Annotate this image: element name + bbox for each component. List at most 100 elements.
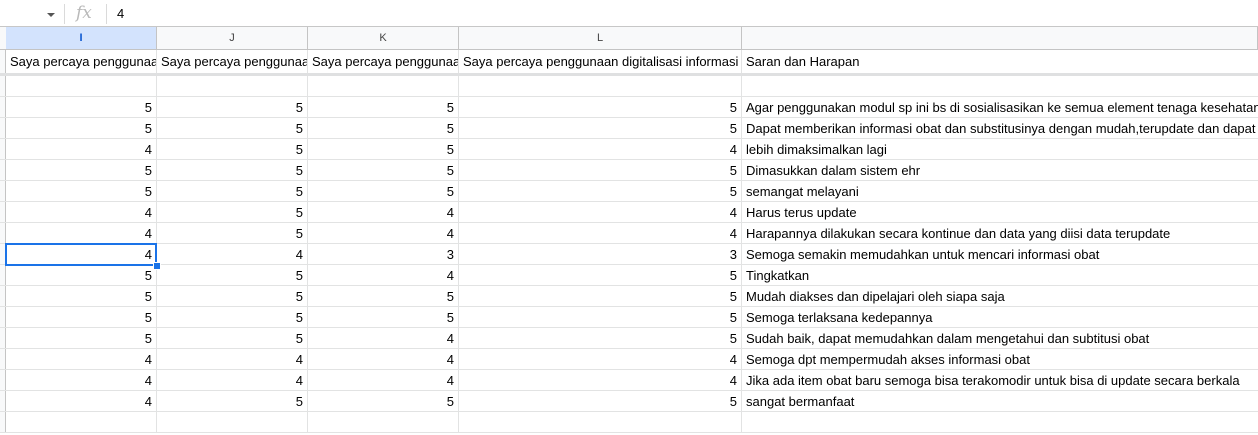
table-cell[interactable]: 4 xyxy=(308,328,459,348)
table-cell[interactable]: Mudah diakses dan dipelajari oleh siapa … xyxy=(742,286,1258,306)
column-header-m[interactable] xyxy=(742,27,1258,49)
table-cell[interactable]: 4 xyxy=(6,202,157,222)
column-header-j[interactable]: J xyxy=(157,27,308,49)
table-cell[interactable]: 5 xyxy=(157,265,308,285)
table-cell[interactable]: 5 xyxy=(459,391,742,411)
table-cell[interactable]: Dapat memberikan informasi obat dan subs… xyxy=(742,118,1258,138)
table-cell[interactable]: 5 xyxy=(157,223,308,243)
table-cell[interactable] xyxy=(742,76,1258,96)
table-cell[interactable]: 4 xyxy=(6,349,157,369)
table-cell[interactable]: Tingkatkan xyxy=(742,265,1258,285)
table-cell[interactable]: 5 xyxy=(157,181,308,201)
table-cell[interactable] xyxy=(459,76,742,96)
table-cell[interactable]: 5 xyxy=(308,391,459,411)
table-cell[interactable]: Jika ada item obat baru semoga bisa tera… xyxy=(742,370,1258,390)
table-cell[interactable]: 4 xyxy=(459,370,742,390)
table-cell[interactable]: 5 xyxy=(459,97,742,117)
table-cell[interactable]: 5 xyxy=(157,97,308,117)
table-cell[interactable]: 4 xyxy=(6,139,157,159)
table-cell[interactable]: lebih dimaksimalkan lagi xyxy=(742,139,1258,159)
column-header-k[interactable]: K xyxy=(308,27,459,49)
table-cell[interactable]: Agar penggunakan modul sp ini bs di sosi… xyxy=(742,97,1258,117)
table-cell[interactable]: 5 xyxy=(308,97,459,117)
table-cell[interactable]: 5 xyxy=(6,181,157,201)
table-cell[interactable]: 5 xyxy=(459,307,742,327)
table-cell[interactable]: 5 xyxy=(308,181,459,201)
column-title-cell[interactable]: Saya percaya penggunaan digitalisasi inf… xyxy=(157,50,308,73)
table-cell[interactable]: 5 xyxy=(308,139,459,159)
table-cell[interactable] xyxy=(6,76,157,96)
table-cell[interactable]: 5 xyxy=(6,307,157,327)
table-cell[interactable]: 5 xyxy=(157,160,308,180)
table-cell[interactable]: 5 xyxy=(459,286,742,306)
table-cell[interactable]: 4 xyxy=(157,349,308,369)
table-cell[interactable] xyxy=(157,412,308,432)
table-cell[interactable]: 5 xyxy=(157,391,308,411)
table-cell[interactable]: 4 xyxy=(459,349,742,369)
table-cell[interactable]: Harus terus update xyxy=(742,202,1258,222)
table-cell[interactable]: 5 xyxy=(6,97,157,117)
table-cell[interactable]: 5 xyxy=(459,265,742,285)
column-title-cell[interactable]: Saran dan Harapan xyxy=(742,50,1258,73)
table-cell[interactable]: Semoga terlaksana kedepannya xyxy=(742,307,1258,327)
table-cell[interactable]: 5 xyxy=(157,328,308,348)
table-cell[interactable]: 3 xyxy=(308,244,459,264)
table-cell[interactable]: 5 xyxy=(308,286,459,306)
table-cell[interactable]: 4 xyxy=(6,223,157,243)
table-cell[interactable]: 5 xyxy=(157,307,308,327)
table-cell[interactable]: 4 xyxy=(308,265,459,285)
table-cell[interactable]: Harapannya dilakukan secara kontinue dan… xyxy=(742,223,1258,243)
table-cell[interactable]: 5 xyxy=(6,160,157,180)
table-cell[interactable]: 4 xyxy=(459,139,742,159)
column-header-l[interactable]: L xyxy=(459,27,742,49)
table-cell[interactable]: 4 xyxy=(157,244,308,264)
table-cell[interactable]: Dimasukkan dalam sistem ehr xyxy=(742,160,1258,180)
table-cell[interactable]: 5 xyxy=(308,160,459,180)
table-cell[interactable]: 5 xyxy=(6,265,157,285)
table-cell[interactable]: 5 xyxy=(157,202,308,222)
table-row: 4 4 4 4 Semoga dpt mempermudah akses informa… xyxy=(0,349,1258,370)
table-cell[interactable]: 5 xyxy=(308,307,459,327)
table-cell[interactable]: 5 xyxy=(157,139,308,159)
table-cell[interactable]: 5 xyxy=(459,181,742,201)
column-title-cell[interactable]: Saya percaya penggunaan digitalisasi inf… xyxy=(308,50,459,73)
table-cell[interactable]: 5 xyxy=(6,118,157,138)
fill-handle[interactable] xyxy=(153,262,161,270)
table-cell[interactable]: semangat melayani xyxy=(742,181,1258,201)
column-header-i[interactable]: I xyxy=(6,27,157,49)
table-cell[interactable] xyxy=(308,412,459,432)
table-cell[interactable]: 4 xyxy=(459,202,742,222)
table-cell[interactable]: 4 xyxy=(6,370,157,390)
table-cell[interactable] xyxy=(742,412,1258,432)
column-title-cell[interactable]: Saya percaya penggunaan digitalisasi inf… xyxy=(459,50,742,73)
table-cell[interactable]: 5 xyxy=(6,328,157,348)
table-row xyxy=(0,76,1258,97)
table-cell[interactable]: Sudah baik, dapat memudahkan dalam menge… xyxy=(742,328,1258,348)
table-cell[interactable] xyxy=(157,76,308,96)
table-cell[interactable]: 5 xyxy=(308,118,459,138)
table-cell[interactable]: 3 xyxy=(459,244,742,264)
table-cell[interactable]: 5 xyxy=(157,286,308,306)
table-cell[interactable]: 5 xyxy=(6,286,157,306)
table-cell[interactable]: sangat bermanfaat xyxy=(742,391,1258,411)
table-cell[interactable]: 5 xyxy=(459,118,742,138)
table-cell[interactable]: Semoga dpt mempermudah akses informasi o… xyxy=(742,349,1258,369)
table-cell[interactable]: 4 xyxy=(308,349,459,369)
table-cell[interactable]: 4 xyxy=(308,223,459,243)
table-cell[interactable]: 5 xyxy=(459,160,742,180)
table-cell[interactable]: 5 xyxy=(459,328,742,348)
table-cell[interactable]: 4 xyxy=(157,370,308,390)
table-cell[interactable] xyxy=(6,412,157,432)
table-cell[interactable]: 4 xyxy=(6,391,157,411)
column-title-cell[interactable]: Saya percaya penggunaan digitalisasi inf… xyxy=(6,50,157,73)
table-cell[interactable]: 4 xyxy=(459,223,742,243)
name-box-dropdown-icon[interactable] xyxy=(44,9,58,21)
formula-input[interactable]: 4 xyxy=(117,6,124,21)
table-cell[interactable]: 4 xyxy=(308,370,459,390)
table-cell[interactable]: 5 xyxy=(157,118,308,138)
table-cell[interactable] xyxy=(308,76,459,96)
table-cell[interactable]: 4 xyxy=(308,202,459,222)
table-cell[interactable]: Semoga semakin memudahkan untuk mencari … xyxy=(742,244,1258,264)
table-cell[interactable] xyxy=(459,412,742,432)
table-cell[interactable]: 4 xyxy=(6,244,157,264)
